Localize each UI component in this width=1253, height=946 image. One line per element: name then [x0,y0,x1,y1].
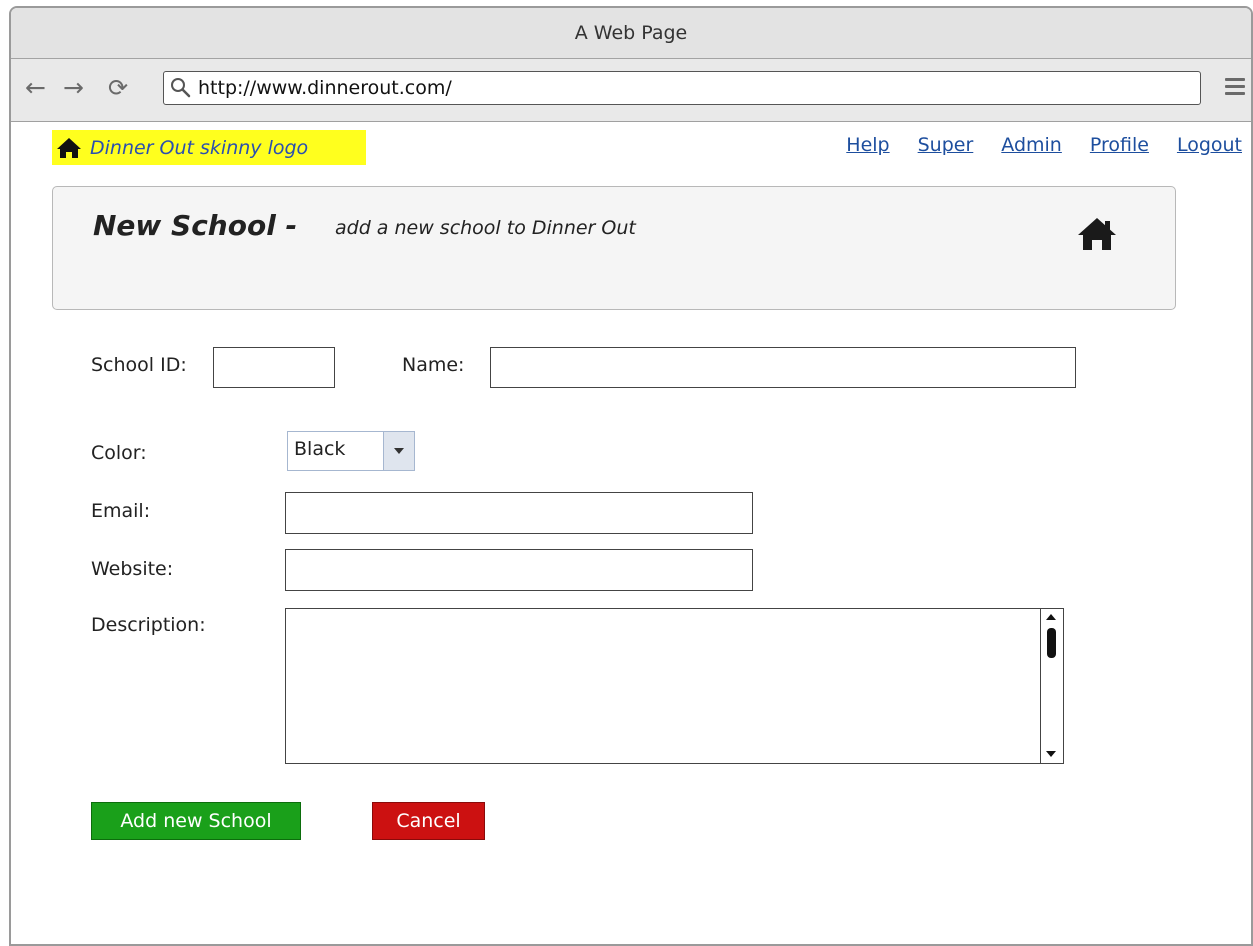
email-input[interactable] [285,492,753,534]
scroll-thumb[interactable] [1047,628,1056,658]
browser-toolbar: ← → ⟳ http://www.dinnerout.com/ [11,59,1251,122]
hamburger-menu-icon[interactable] [1225,78,1245,99]
browser-window: A Web Page ← → ⟳ http://www.dinnerout.co… [9,6,1253,946]
home-icon [57,137,81,158]
nav-link-super[interactable]: Super [918,134,974,156]
scroll-up-icon[interactable] [1045,613,1057,621]
arrow-right-icon[interactable]: → [63,73,84,103]
address-bar[interactable]: http://www.dinnerout.com/ [163,71,1201,105]
description-label: Description: [91,614,206,636]
website-label: Website: [91,558,174,580]
email-label: Email: [91,500,151,522]
description-textarea[interactable] [285,608,1064,764]
page-content: Dinner Out skinny logo Help Super Admin … [11,122,1251,944]
color-select-value: Black [294,438,346,460]
color-label: Color: [91,442,147,464]
url-text: http://www.dinnerout.com/ [198,77,452,99]
add-school-button[interactable]: Add new School [91,802,301,840]
page-subtitle: add a new school to Dinner Out [335,217,636,239]
nav-link-profile[interactable]: Profile [1090,134,1149,156]
cancel-button[interactable]: Cancel [372,802,485,840]
search-icon [171,78,191,98]
chevron-down-icon[interactable] [383,432,414,470]
name-input[interactable] [490,347,1076,388]
arrow-left-icon[interactable]: ← [25,73,46,103]
description-scrollbar[interactable] [1040,609,1063,763]
page-header-panel: New School - add a new school to Dinner … [52,186,1176,310]
top-nav: Help Super Admin Profile Logout [846,134,1242,156]
page-title: New School - [93,209,298,242]
school-id-label: School ID: [91,354,187,376]
nav-link-help[interactable]: Help [846,134,889,156]
window-title: A Web Page [574,22,688,44]
home-icon[interactable] [1077,217,1117,251]
school-id-input[interactable] [213,347,335,388]
nav-link-admin[interactable]: Admin [1001,134,1062,156]
color-select[interactable]: Black [287,431,415,471]
website-input[interactable] [285,549,753,591]
reload-icon[interactable]: ⟳ [108,73,128,103]
name-label: Name: [402,354,465,376]
scroll-down-icon[interactable] [1045,750,1057,758]
window-titlebar: A Web Page [11,8,1251,59]
nav-link-logout[interactable]: Logout [1177,134,1242,156]
logo-text: Dinner Out skinny logo [90,136,309,159]
site-logo[interactable]: Dinner Out skinny logo [52,130,366,165]
